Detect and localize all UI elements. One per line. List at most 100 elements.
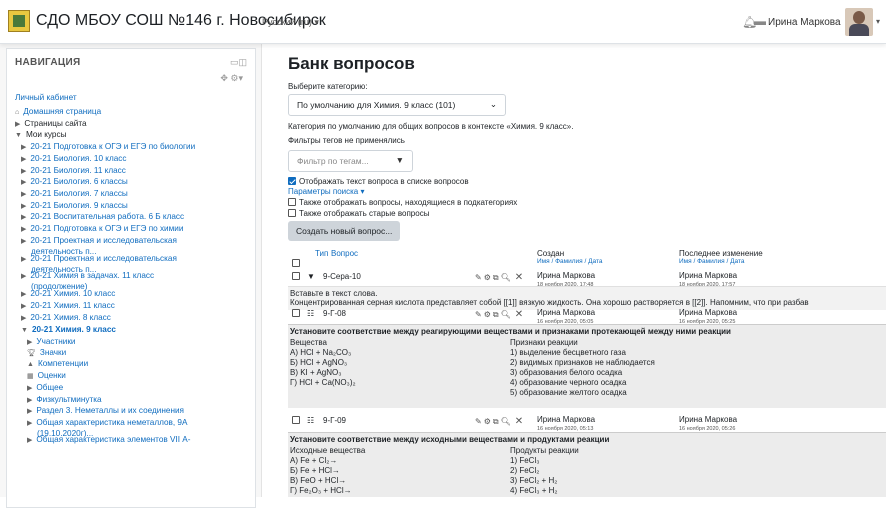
nav-item-label: Компетенции bbox=[37, 359, 89, 368]
right-item: 3) FeCl₂ + H₂ bbox=[510, 476, 558, 485]
nav-item[interactable]: ▶ 20-21 Биология. 6 классы bbox=[21, 177, 128, 188]
left-item: Г) HCl + Ca(NO₃)₂ bbox=[290, 378, 356, 387]
chevron-right-icon: ▶ bbox=[21, 273, 27, 280]
modified-column-header: Последнее изменение bbox=[679, 249, 763, 258]
delete-icon[interactable]: ✕ bbox=[515, 272, 525, 283]
nav-item-label: Страницы сайта bbox=[24, 119, 87, 128]
question-row: ▼ 9-Сера-10 ✎⚙⧉🔍︎ ✕ Ирина Маркова 18 ноябр… bbox=[288, 271, 886, 288]
show-text-checkbox[interactable] bbox=[288, 177, 296, 185]
nav-item[interactable]: ▶ 20-21 Химия. 10 класс bbox=[21, 289, 115, 300]
question-action-icons[interactable]: ✎⚙⧉🔍︎ ✕ bbox=[475, 272, 525, 283]
created-by: Ирина Маркова bbox=[537, 308, 596, 317]
right-item: 5) образование желтого осадка bbox=[510, 388, 627, 397]
nav-item-label: Физкультминутка bbox=[36, 395, 102, 404]
question-checkbox[interactable] bbox=[292, 309, 303, 318]
delete-icon[interactable]: ✕ bbox=[515, 416, 525, 427]
created-date: 16 ноября 2020, 05:13 bbox=[537, 425, 594, 432]
show-old-checkbox[interactable] bbox=[288, 209, 296, 217]
nav-item[interactable]: ▶ 20-21 Биология. 10 класс bbox=[21, 154, 126, 165]
nav-item-label: 20-21 Проектная и исследовательская bbox=[30, 236, 177, 245]
messages-icon[interactable]: ▬ bbox=[754, 14, 766, 28]
left-item: А) Fe + Cl₂→ bbox=[290, 456, 338, 465]
nav-item-label: 20-21 Проектная и исследовательская bbox=[30, 254, 177, 263]
nav-item[interactable]: ▶ Участники bbox=[27, 337, 76, 348]
nav-item-label: Раздел 3. Неметаллы и их соединения bbox=[36, 406, 184, 415]
nav-item[interactable]: ▶ 20-21 Подготовка к ОГЭ и ЕГЭ по химии bbox=[21, 224, 183, 235]
nav-item[interactable]: ▶ 20-21 Химия. 8 класс bbox=[21, 313, 111, 324]
category-description: Категория по умолчанию для общих вопросо… bbox=[288, 122, 574, 131]
nav-item[interactable]: ▼ 20-21 Химия. 9 класс bbox=[21, 325, 116, 336]
created-sort-links[interactable]: Имя / Фамилия / Дата bbox=[537, 258, 603, 265]
matching-question-type-icon: ☷ bbox=[307, 416, 315, 425]
block-actions-gear-icon[interactable]: ✥ ⚙▾ bbox=[220, 73, 243, 84]
sort-type-link[interactable]: Тип bbox=[315, 249, 328, 258]
delete-icon[interactable]: ✕ bbox=[515, 309, 525, 320]
show-subcats-option[interactable]: Также отображать вопросы, находящиеся в … bbox=[288, 198, 517, 207]
created-column-header: Создан bbox=[537, 249, 565, 258]
modified-by: Ирина Маркова bbox=[679, 271, 738, 280]
language-menu[interactable]: Русский (ru) ▾ bbox=[262, 17, 319, 28]
category-select[interactable]: По умолчанию для Химия. 9 класс (101) ⌄ bbox=[288, 94, 506, 116]
nav-item[interactable]: 🏆︎ Значки bbox=[27, 348, 66, 359]
sort-question-link[interactable]: Вопрос bbox=[331, 249, 358, 258]
user-name[interactable]: Ирина Маркова bbox=[768, 17, 841, 28]
tag-filter-input[interactable]: Фильтр по тегам... ▼ bbox=[288, 150, 413, 172]
nav-item[interactable]: ▶ Физкультминутка bbox=[27, 395, 102, 406]
top-navbar: СДО МБОУ СОШ №146 г. Новосибирск Русский… bbox=[0, 0, 886, 44]
navigation-block: НАВИГАЦИЯ ▭◫ ✥ ⚙▾ Личный кабинет ⌂ Домашня… bbox=[6, 48, 256, 508]
question-checkbox[interactable] bbox=[292, 416, 303, 425]
search-params-toggle[interactable]: Параметры поиска ▾ bbox=[288, 187, 364, 196]
left-item: В) FeO + HCl→ bbox=[290, 476, 347, 485]
nav-item-label: 20-21 Химия. 11 класс bbox=[30, 301, 115, 310]
avatar[interactable] bbox=[845, 8, 873, 36]
left-column-header: Вещества bbox=[290, 338, 327, 347]
user-menu-chevron-down-icon[interactable]: ▾ bbox=[876, 17, 880, 26]
competency-icon: ▲ bbox=[27, 361, 34, 368]
modified-sort-links[interactable]: Имя / Фамилия / Дата bbox=[679, 258, 745, 265]
nav-item[interactable]: ▦ Оценки bbox=[27, 371, 66, 382]
select-all-checkbox[interactable] bbox=[292, 259, 303, 268]
left-item: А) HCl + Na₂CO₃ bbox=[290, 348, 352, 357]
chevron-right-icon: ▶ bbox=[21, 315, 27, 322]
question-created: Ирина Маркова 16 ноября 2020, 05:13 bbox=[537, 416, 595, 433]
show-subcats-checkbox[interactable] bbox=[288, 198, 296, 206]
nav-item[interactable]: ▶ Общая характеристика элементов VII А- bbox=[27, 435, 190, 446]
chevron-right-icon: ▶ bbox=[27, 420, 33, 427]
nav-item[interactable]: Личный кабинет bbox=[15, 93, 77, 103]
nav-item[interactable]: ▶ Раздел 3. Неметаллы и их соединения bbox=[27, 406, 184, 417]
show-text-option[interactable]: Отображать текст вопроса в списке вопрос… bbox=[288, 177, 469, 186]
chevron-right-icon: ▶ bbox=[21, 179, 27, 186]
question-modified: Ирина Маркова 16 ноября 2020, 05:26 bbox=[679, 416, 737, 433]
right-item: 1) выделение бесцветного газа bbox=[510, 348, 626, 357]
cloze-question-type-icon: ▼ bbox=[307, 272, 315, 281]
nav-item[interactable]: ▶ Страницы сайта bbox=[15, 119, 87, 130]
nav-item[interactable]: ▶ 20-21 Биология. 9 классы bbox=[21, 201, 128, 212]
site-logo[interactable] bbox=[8, 10, 30, 32]
nav-item[interactable]: ⌂ Домашняя страница bbox=[15, 107, 101, 118]
navigation-block-title: НАВИГАЦИЯ bbox=[15, 57, 81, 68]
question-checkbox[interactable] bbox=[292, 272, 303, 281]
nav-item[interactable]: ▲ Компетенции bbox=[27, 359, 88, 370]
question-action-icons[interactable]: ✎⚙⧉🔍︎ ✕ bbox=[475, 309, 525, 320]
tag-filters-status: Фильтры тегов не применялись bbox=[288, 136, 405, 145]
block-dock-icon[interactable]: ▭◫ bbox=[230, 57, 247, 68]
right-column-header: Продукты реакции bbox=[510, 446, 579, 455]
created-by: Ирина Маркова bbox=[537, 271, 596, 280]
right-item: 3) образования белого осадка bbox=[510, 368, 623, 377]
nav-item-label: Домашняя страница bbox=[23, 107, 102, 116]
nav-item[interactable]: ▶ 20-21 Биология. 7 классы bbox=[21, 189, 128, 200]
create-question-button[interactable]: Создать новый вопрос... bbox=[288, 221, 401, 241]
question-text-preview: Вставьте в текст слова. Концентрированна… bbox=[288, 286, 886, 310]
chevron-right-icon: ▶ bbox=[21, 144, 27, 151]
nav-item[interactable]: ▶ 20-21 Химия. 11 класс bbox=[21, 301, 115, 312]
question-action-icons[interactable]: ✎⚙⧉🔍︎ ✕ bbox=[475, 416, 525, 427]
show-old-option[interactable]: Также отображать старые вопросы bbox=[288, 209, 429, 218]
nav-item-label: 20-21 Биология. 7 классы bbox=[30, 189, 128, 198]
nav-item[interactable]: ▶ 20-21 Подготовка к ОГЭ и ЕГЭ по биологи… bbox=[21, 142, 195, 153]
nav-item[interactable]: ▶ Общее bbox=[27, 383, 63, 394]
nav-item[interactable]: ▶ 20-21 Воспитательная работа. 6 Б класс bbox=[21, 212, 184, 223]
choose-category-label: Выберите категорию: bbox=[288, 82, 368, 91]
nav-item-label: 20-21 Воспитательная работа. 6 Б класс bbox=[30, 212, 185, 221]
nav-item[interactable]: ▼ Мои курсы bbox=[15, 130, 66, 141]
nav-item[interactable]: ▶ 20-21 Биология. 11 класс bbox=[21, 166, 126, 177]
